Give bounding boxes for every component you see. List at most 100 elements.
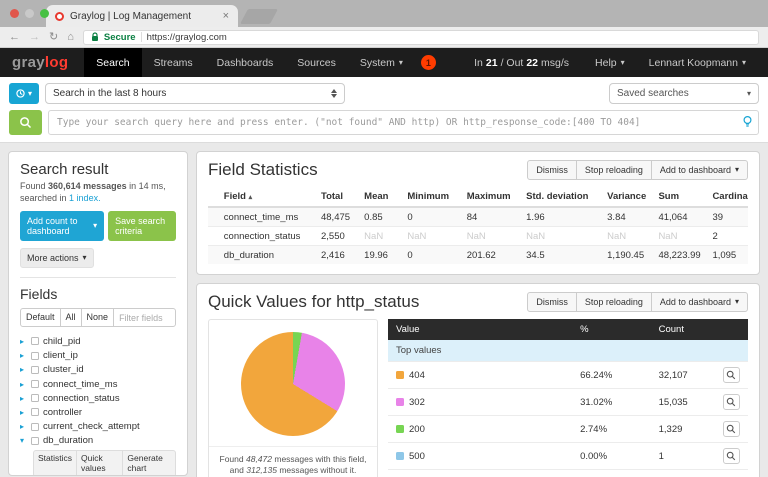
chevron-down-icon[interactable]: ▾ [20, 436, 27, 445]
back-icon[interactable]: ← [9, 32, 20, 43]
field-checkbox[interactable] [31, 408, 39, 416]
field-checkbox[interactable] [31, 366, 39, 374]
search-section: ▾ Search in the last 8 hours Saved searc… [0, 77, 768, 143]
nav-item-sources[interactable]: Sources [285, 48, 348, 77]
browser-tab[interactable]: Graylog | Log Management × [46, 5, 238, 27]
chevron-down-icon: ▾ [747, 90, 751, 98]
col-minimum[interactable]: Minimum [402, 187, 461, 207]
field-item-client-ip[interactable]: ▸client_ip [20, 349, 176, 363]
screen: Graylog | Log Management × ← → ↻ ⌂ Secur… [0, 0, 768, 477]
dismiss-button[interactable]: Dismiss [527, 292, 577, 312]
chevron-right-icon[interactable]: ▸ [20, 408, 27, 417]
field-checkbox[interactable] [31, 394, 39, 402]
col-std-deviation[interactable]: Std. deviation [521, 187, 602, 207]
col-cardinality[interactable]: Cardinality [707, 187, 748, 207]
nav-item-dashboards[interactable]: Dashboards [205, 48, 286, 77]
add-to-dashboard-button[interactable]: Add to dashboard▾ [651, 292, 748, 312]
field-statistics-button[interactable]: Statistics [33, 450, 77, 476]
time-range-select[interactable]: Search in the last 8 hours [45, 83, 345, 104]
search-icon [19, 116, 32, 129]
fields-none-button[interactable]: None [81, 308, 115, 327]
fields-all-button[interactable]: All [60, 308, 82, 327]
forward-icon[interactable]: → [29, 32, 40, 43]
chevron-right-icon[interactable]: ▸ [20, 422, 27, 431]
col-mean[interactable]: Mean [359, 187, 402, 207]
help-menu[interactable]: Help▾ [583, 48, 637, 77]
field-item-current-check-attempt[interactable]: ▸current_check_attempt [20, 420, 176, 434]
main-column: Field Statistics Dismiss Stop reloading … [196, 151, 760, 476]
col-total[interactable]: Total [316, 187, 359, 207]
status-color-swatch [396, 371, 404, 379]
chevron-right-icon[interactable]: ▸ [20, 337, 27, 346]
stop-reloading-button[interactable]: Stop reloading [576, 292, 652, 312]
field-item-cluster-id[interactable]: ▸cluster_id [20, 363, 176, 377]
clock-icon [16, 89, 25, 98]
chevron-down-icon: ▾ [735, 298, 739, 306]
zoom-value-button[interactable] [723, 394, 740, 410]
field-item-child-pid[interactable]: ▸child_pid [20, 334, 176, 348]
save-search-criteria-button[interactable]: Save search criteria [108, 211, 176, 241]
field-quick-values-button[interactable]: Quick values [76, 450, 123, 476]
table-row: db_duration 2,416 19.96 0 201.62 34.5 1,… [208, 246, 748, 265]
fields-default-button[interactable]: Default [20, 308, 61, 327]
field-checkbox[interactable] [31, 437, 39, 445]
notification-badge[interactable]: 1 [421, 55, 436, 70]
field-generate-chart-button[interactable]: Generate chart [122, 450, 176, 476]
time-config-button[interactable]: ▾ [9, 83, 39, 104]
chevron-right-icon[interactable]: ▸ [20, 351, 27, 360]
add-to-dashboard-button[interactable]: Add to dashboard▾ [651, 160, 748, 180]
field-item-connect-time-ms[interactable]: ▸connect_time_ms [20, 377, 176, 391]
more-actions-button[interactable]: More actions▾ [20, 248, 94, 268]
user-menu[interactable]: Lennart Koopmann▾ [637, 48, 758, 77]
chevron-right-icon[interactable]: ▸ [20, 380, 27, 389]
col-sum[interactable]: Sum [653, 187, 707, 207]
graylog-logo[interactable]: graylog [12, 48, 68, 77]
maximize-window-icon[interactable] [40, 9, 49, 18]
field-checkbox[interactable] [31, 352, 39, 360]
magnifier-icon [726, 397, 736, 407]
saved-searches-select[interactable]: Saved searches ▾ [609, 83, 759, 104]
stop-reloading-button[interactable]: Stop reloading [576, 160, 652, 180]
zoom-value-button[interactable] [723, 421, 740, 437]
table-row: connect_time_ms 48,475 0.85 0 84 1.96 3.… [208, 207, 748, 227]
magnifier-icon [726, 424, 736, 434]
home-icon[interactable]: ⌂ [67, 32, 74, 43]
search-query-input[interactable] [48, 110, 759, 135]
address-bar[interactable]: Secure https://graylog.com [83, 30, 759, 45]
stats-actions: Dismiss Stop reloading Add to dashboard▾ [527, 160, 748, 180]
nav-item-streams[interactable]: Streams [142, 48, 205, 77]
field-item-connection-status[interactable]: ▸connection_status [20, 391, 176, 405]
field-checkbox[interactable] [31, 423, 39, 431]
chevron-right-icon[interactable]: ▸ [20, 365, 27, 374]
refresh-icon[interactable]: ↻ [49, 32, 58, 43]
minimize-window-icon[interactable] [25, 9, 34, 18]
col-field[interactable]: Field ▴ [219, 187, 316, 207]
lightbulb-icon[interactable] [743, 116, 752, 128]
field-statistics-panel: Field Statistics Dismiss Stop reloading … [196, 151, 760, 275]
chevron-down-icon: ▾ [621, 59, 625, 67]
close-window-icon[interactable] [10, 9, 19, 18]
table-row: 500 0.00% 1 [388, 443, 748, 470]
window-controls[interactable] [10, 9, 49, 18]
index-link[interactable]: 1 index. [69, 193, 101, 203]
nav-item-system[interactable]: System▾ [348, 48, 415, 77]
new-tab-button[interactable] [240, 9, 278, 24]
tab-title: Graylog | Log Management [70, 11, 217, 22]
tab-close-icon[interactable]: × [223, 10, 229, 22]
dismiss-button[interactable]: Dismiss [527, 160, 577, 180]
app-navbar: graylog Search Streams Dashboards Source… [0, 48, 768, 77]
nav-item-search[interactable]: Search [84, 48, 141, 77]
field-item-db-duration[interactable]: ▾db_duration [20, 434, 176, 448]
url-text: https://graylog.com [147, 32, 227, 43]
col-variance[interactable]: Variance [602, 187, 653, 207]
filter-fields-input[interactable] [113, 308, 176, 327]
zoom-value-button[interactable] [723, 448, 740, 464]
field-checkbox[interactable] [31, 380, 39, 388]
field-item-controller[interactable]: ▸controller [20, 405, 176, 419]
add-count-to-dashboard-button[interactable]: Add count to dashboard▾ [20, 211, 104, 241]
col-maximum[interactable]: Maximum [462, 187, 521, 207]
field-checkbox[interactable] [31, 337, 39, 345]
search-submit-button[interactable] [9, 110, 42, 135]
chevron-right-icon[interactable]: ▸ [20, 394, 27, 403]
zoom-value-button[interactable] [723, 367, 740, 383]
